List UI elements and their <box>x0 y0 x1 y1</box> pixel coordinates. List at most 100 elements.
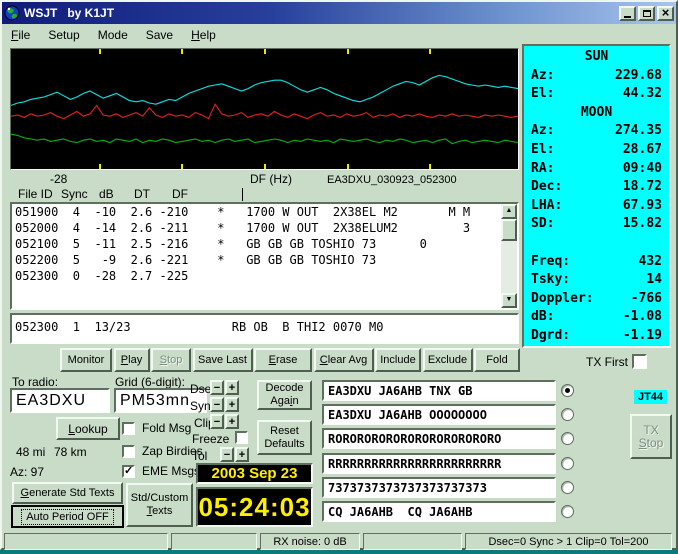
monitor-button[interactable]: Monitor <box>60 348 112 372</box>
scroll-thumb[interactable] <box>501 219 517 241</box>
tx-first-checkbox[interactable] <box>632 354 647 369</box>
eme-msgs-checkbox[interactable]: ✓ <box>122 465 135 478</box>
close-button[interactable]: × <box>657 5 674 21</box>
moon-az-row: Az: 274.35 <box>531 123 662 139</box>
menu-file[interactable]: File <box>2 26 39 44</box>
tx-message-6-radio[interactable] <box>561 505 574 518</box>
zap-birdies-checkbox[interactable] <box>122 445 135 458</box>
status-decode-params: Dsec=0 Sync > 1 Clip=0 Tol=200 <box>465 533 672 550</box>
to-radio-input[interactable]: EA3DXU <box>10 388 110 413</box>
dsec-minus-button[interactable]: − <box>210 380 224 395</box>
graph-ticks-bottom <box>11 164 518 169</box>
generate-std-texts-button[interactable]: Generate Std Texts <box>12 482 123 504</box>
include-button[interactable]: Include <box>375 348 421 372</box>
menubar: File Setup Mode Save Help <box>2 24 672 46</box>
graph-tick <box>263 164 266 169</box>
decode-again-button[interactable]: Decode Again <box>257 380 312 410</box>
exclude-button[interactable]: Exclude <box>422 348 473 372</box>
reset-defaults-button[interactable]: Reset Defaults <box>257 420 312 455</box>
graph-tick <box>98 49 101 54</box>
col-header-file-id: File ID <box>18 187 53 201</box>
sync-plus-button[interactable]: + <box>225 397 239 412</box>
dgrd-row: Dgrd: -1.19 <box>531 327 662 343</box>
average-text-area[interactable]: 052300 1 13/23 RB OB B THI2 0070 M0 <box>10 313 519 344</box>
tx-message-6-input[interactable]: CQ JA6AHB CQ JA6AHB <box>322 501 556 522</box>
graph-filename: EA3DXU_030923_052300 <box>327 174 457 186</box>
maximize-icon <box>642 9 651 17</box>
decode-row[interactable]: 052000 4 -14 2.6 -211 * 1700 W OUT 2X38E… <box>12 220 517 236</box>
window-title: WSJT by K1JT <box>24 6 115 20</box>
erase-button[interactable]: Erase <box>254 348 312 372</box>
tx-message-3-radio[interactable] <box>561 432 574 445</box>
graph-tick <box>346 49 349 54</box>
tx-message-3-input[interactable]: RORORORORORORORORORORORO <box>322 428 556 449</box>
lookup-button[interactable]: Lookup <box>56 417 120 440</box>
tx-message-4-radio[interactable] <box>561 457 574 470</box>
decode-row[interactable]: 052200 5 -9 2.6 -221 * GB GB GB TOSHIO 7… <box>12 252 517 268</box>
sync-minus-button[interactable]: − <box>210 397 224 412</box>
menu-help[interactable]: Help <box>182 26 225 44</box>
tol-minus-button[interactable]: − <box>220 447 234 462</box>
scroll-up-button[interactable]: ▲ <box>501 204 517 219</box>
status-panel-2 <box>171 533 257 550</box>
graph-tick <box>98 164 101 169</box>
stop-button[interactable]: Stop <box>151 348 191 372</box>
decode-row[interactable]: 052100 5 -11 2.5 -216 * GB GB GB TOSHIO … <box>12 236 517 252</box>
fold-msg-checkbox[interactable] <box>122 422 135 435</box>
clear-avg-button[interactable]: Clear Avg <box>313 348 374 372</box>
average-spectrum <box>11 75 518 105</box>
freeze-label: Freeze <box>192 432 230 446</box>
fold-button[interactable]: Fold <box>474 348 520 372</box>
sun-az-row: Az: 229.68 <box>531 67 662 83</box>
moon-dec-row: Dec: 18.72 <box>531 179 662 195</box>
tsky-row: Tsky: 14 <box>531 272 662 288</box>
tx-first-label: TX First <box>586 355 628 369</box>
toolbar: Monitor Play Stop Save Last Erase Clear … <box>60 348 520 372</box>
graph-tick <box>429 164 432 169</box>
menu-save[interactable]: Save <box>137 26 182 44</box>
sun-el-row: El: 44.32 <box>531 86 662 102</box>
sync-curve <box>11 134 518 144</box>
play-button[interactable]: Play <box>113 348 150 372</box>
decode-scrollbar[interactable]: ▲ ▼ <box>501 204 517 308</box>
tx-stop-button[interactable]: TX Stop <box>630 414 672 459</box>
std-custom-texts-button[interactable]: Std/Custom Texts <box>126 483 193 527</box>
scroll-down-button[interactable]: ▼ <box>501 293 517 308</box>
moon-sd-row: SD: 15.82 <box>531 216 662 232</box>
clip-minus-button[interactable]: − <box>210 414 224 429</box>
date-display: 2003 Sep 23 <box>196 463 313 484</box>
menu-mode[interactable]: Mode <box>89 26 137 44</box>
maximize-button[interactable] <box>638 5 655 21</box>
doppler-row: Doppler: -766 <box>531 290 662 306</box>
tx-message-1-input[interactable]: EA3DXU JA6AHB TNX GB <box>322 380 556 401</box>
graph-tick <box>181 164 184 169</box>
titlebar[interactable]: WSJT by K1JT × <box>2 2 676 24</box>
tx-message-2-input[interactable]: EA3DXU JA6AHB OOOOOOOO <box>322 404 556 425</box>
tx-message-4-input[interactable]: RRRRRRRRRRRRRRRRRRRRRRRR <box>322 453 556 474</box>
sun-title: SUN <box>584 49 609 64</box>
clip-plus-button[interactable]: + <box>225 414 239 429</box>
tx-message-5-radio[interactable] <box>561 481 574 494</box>
db-row: dB: -1.08 <box>531 309 662 325</box>
decode-row[interactable]: 051900 4 -10 2.6 -210 * 1700 W OUT 2X38E… <box>12 204 517 220</box>
dsec-plus-button[interactable]: + <box>225 380 239 395</box>
tx-message-1-radio[interactable] <box>561 384 574 397</box>
auto-period-button[interactable]: Auto Period OFF <box>11 505 124 528</box>
signal-graph[interactable] <box>10 48 519 170</box>
menu-setup[interactable]: Setup <box>39 26 88 44</box>
tx-message-2-radio[interactable] <box>561 408 574 421</box>
freeze-checkbox[interactable] <box>235 431 248 444</box>
decoded-text-area[interactable]: 051900 4 -10 2.6 -210 * 1700 W OUT 2X38E… <box>10 202 519 310</box>
minimize-button[interactable] <box>619 5 636 21</box>
status-rx-noise: RX noise: 0 dB <box>260 533 360 550</box>
azimuth-label: Az: 97 <box>10 465 45 479</box>
minimize-icon <box>624 15 631 18</box>
tol-plus-button[interactable]: + <box>235 447 249 462</box>
tx-message-5-input[interactable]: 7373737373737373737373 <box>322 477 556 498</box>
decode-row[interactable]: 052300 0 -28 2.7 -225 <box>12 268 517 284</box>
save-last-button[interactable]: Save Last <box>192 348 253 372</box>
moon-lha-row: LHA: 67.93 <box>531 197 662 213</box>
close-icon: × <box>661 5 670 20</box>
check-icon: ✓ <box>124 465 134 477</box>
app-globe-icon <box>4 5 20 21</box>
